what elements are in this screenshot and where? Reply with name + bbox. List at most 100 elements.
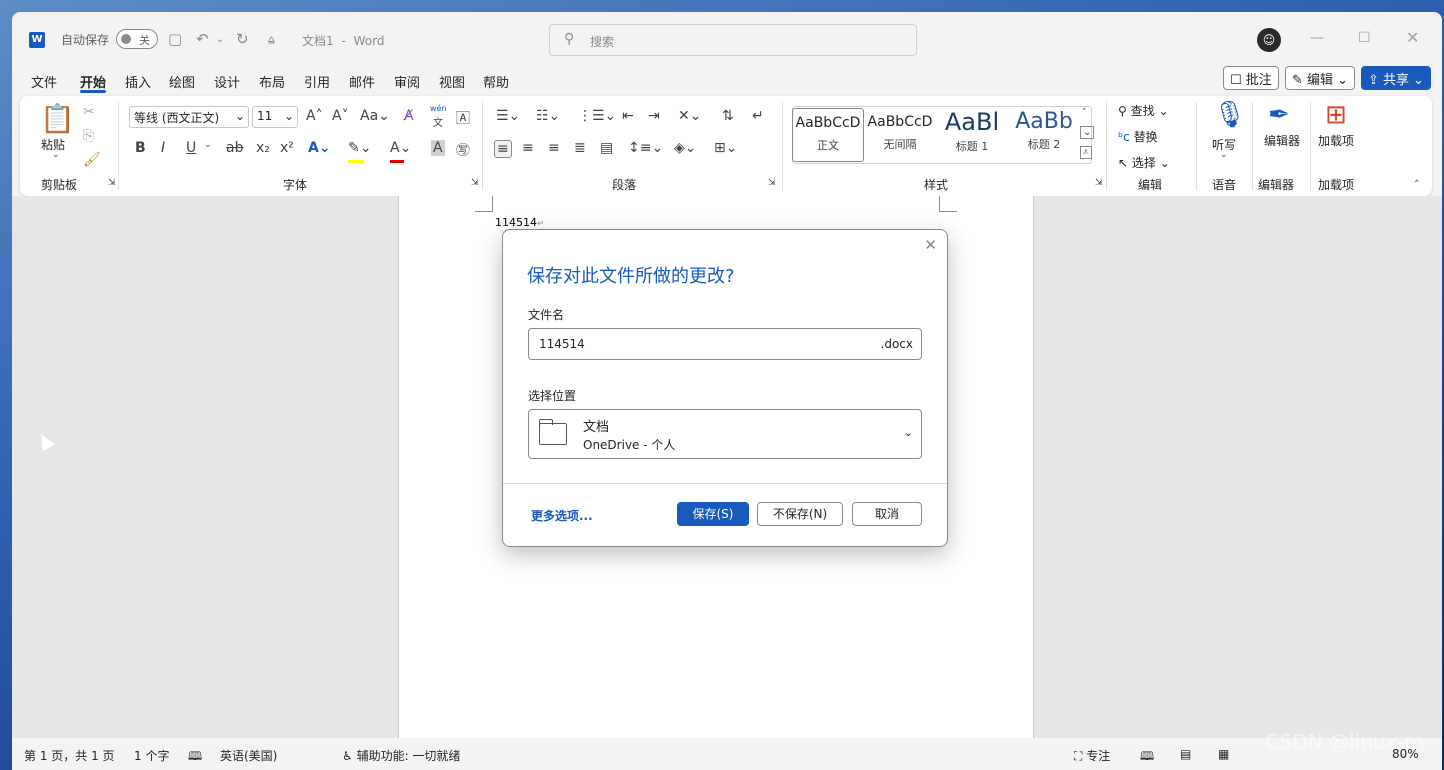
paste-dropdown-icon[interactable]: ⌄ [52,150,60,160]
align-left-icon[interactable]: ≡ [494,140,512,158]
paste-icon[interactable]: 📋 [40,102,75,135]
paragraph-launcher-icon[interactable]: ⇲ [768,178,776,188]
styles-more-icon[interactable]: ⩡ [1080,146,1092,159]
style-no-spacing[interactable]: AaBbCcD 无间隔 [864,108,936,162]
replace-button[interactable]: ᵇc 替换 [1118,128,1158,145]
microphone-icon[interactable]: 🎙 [1213,100,1246,130]
styles-launcher-icon[interactable]: ⇲ [1095,178,1103,188]
font-launcher-icon[interactable]: ⇲ [471,178,479,188]
redo-icon[interactable]: ↻ [236,30,249,48]
tab-design[interactable]: 设计 [214,72,240,91]
close-icon[interactable]: ✕ [1406,28,1419,47]
copy-icon[interactable]: ⎘ [83,128,94,144]
avatar[interactable]: ☺ [1257,28,1281,52]
superscript-icon[interactable]: x² [280,140,294,156]
character-border-icon[interactable]: 🄰 [456,108,470,128]
accessibility-status[interactable]: ♿ 辅助功能: 一切就绪 [342,747,460,764]
dictate-dropdown-icon[interactable]: ⌄ [1220,150,1228,160]
comments-button[interactable]: ☐ 批注 [1223,66,1279,90]
customize-qat-icon[interactable]: ⩠ [268,33,275,47]
style-heading-2[interactable]: AaBb 标题 2 [1008,108,1080,162]
multilevel-list-icon[interactable]: ⋮☰⌄ [578,108,616,124]
sort-icon[interactable]: ⇅ [722,108,734,124]
read-mode-icon[interactable]: 🕮 [1140,747,1154,768]
page-count[interactable]: 第 1 页，共 1 页 [24,747,115,764]
chinese-layout-icon[interactable]: ✕⌄ [678,108,701,124]
tab-view[interactable]: 视图 [439,72,465,91]
underline-dropdown-icon[interactable]: ⌄ [204,140,212,150]
tab-references[interactable]: 引用 [304,72,330,91]
bold-icon[interactable]: B [135,140,146,156]
autosave-toggle[interactable]: 关 [116,29,158,49]
strikethrough-icon[interactable]: ab [226,140,243,156]
save-button[interactable]: 保存(S) [677,502,749,526]
tab-file[interactable]: 文件 [31,72,57,91]
search-input[interactable]: ⚲ 搜索 [549,24,917,56]
italic-icon[interactable]: I [161,140,165,156]
addins-button-label[interactable]: 加载项 [1318,134,1354,148]
tab-mailings[interactable]: 邮件 [349,72,375,91]
tab-layout[interactable]: 布局 [259,72,285,91]
editor-icon[interactable]: ✒ [1268,100,1290,130]
shading-icon[interactable]: ◈⌄ [674,140,697,156]
subscript-icon[interactable]: x₂ [256,140,270,156]
save-icon[interactable]: ▢ [168,30,182,48]
select-button[interactable]: ↖ 选择 ⌄ [1118,154,1170,171]
tab-home[interactable]: 开始 [80,72,106,91]
styles-scroll-up-icon[interactable]: ˄ [1082,108,1087,118]
filename-field[interactable]: 114514 .docx [528,328,922,360]
show-marks-icon[interactable]: ↵ [752,108,764,124]
web-layout-icon[interactable]: ▦ [1218,747,1229,761]
maximize-icon[interactable]: ☐ [1358,30,1371,46]
format-painter-icon[interactable]: 🖌 [83,152,101,168]
style-normal[interactable]: AaBbCcD 正文 [792,108,864,162]
print-layout-icon[interactable]: ▤ [1180,747,1191,761]
shrink-font-icon[interactable]: A˅ [332,108,349,124]
numbering-icon[interactable]: ☷⌄ [536,108,560,124]
bullets-icon[interactable]: ☰⌄ [496,108,520,124]
collapse-ribbon-icon[interactable]: ˄ [1414,178,1420,191]
phonetic-guide-icon[interactable]: wén [430,104,447,113]
focus-mode-button[interactable]: ⛶ 专注 [1074,747,1110,764]
font-size-select[interactable]: 11 ⌄ [252,106,298,128]
editor-button-label[interactable]: 编辑器 [1258,134,1306,148]
language-indicator[interactable]: 英语(美国) [220,747,277,764]
editing-mode-button[interactable]: ✎ 编辑 ⌄ [1285,66,1356,90]
word-count[interactable]: 1 个字 [134,747,169,764]
share-button[interactable]: ⇪ 共享 ⌄ [1361,66,1432,90]
tab-insert[interactable]: 插入 [125,72,151,91]
distributed-icon[interactable]: ▤ [600,140,613,156]
proofing-icon[interactable]: 🕮 [188,747,202,768]
increase-indent-icon[interactable]: ⇥ [648,108,660,124]
font-color-icon[interactable]: A⌄ [390,140,411,156]
align-center-icon[interactable]: ≡ [522,140,534,156]
clear-formatting-icon[interactable]: A̸ [404,108,414,124]
justify-icon[interactable]: ≣ [574,140,586,156]
highlight-icon[interactable]: ✎⌄ [348,140,371,156]
enclose-characters-icon[interactable]: ㊢ [456,140,470,160]
find-button[interactable]: ⚲ 查找 ⌄ [1118,102,1169,119]
tab-help[interactable]: 帮助 [483,72,509,91]
location-select[interactable]: 文档 OneDrive - 个人 ⌄ [528,409,922,459]
clipboard-launcher-icon[interactable]: ⇲ [108,178,116,188]
grow-font-icon[interactable]: A˄ [306,108,323,124]
line-spacing-icon[interactable]: ↕≡⌄ [628,140,663,156]
borders-icon[interactable]: ⊞⌄ [714,140,737,156]
more-options-link[interactable]: 更多选项... [531,507,593,524]
undo-icon[interactable]: ↶ [196,30,209,48]
align-right-icon[interactable]: ≡ [548,140,560,156]
styles-scroll-down-icon[interactable]: ⌄ [1080,126,1095,139]
dialog-close-icon[interactable]: ✕ [924,236,937,254]
font-name-select[interactable]: 等线 (西文正文) ⌄ [129,106,249,128]
character-shading-icon[interactable]: A [431,140,445,156]
minimize-icon[interactable]: — [1310,30,1324,46]
dont-save-button[interactable]: 不保存(N) [757,502,843,526]
text-effects-icon[interactable]: A⌄ [308,140,331,156]
underline-icon[interactable]: U [186,140,196,156]
addins-icon[interactable]: ⊞ [1325,100,1347,130]
style-heading-1[interactable]: AaBl 标题 1 [936,108,1008,162]
undo-dropdown-icon[interactable]: ⌄ [216,34,224,45]
tab-draw[interactable]: 绘图 [169,72,195,91]
cancel-button[interactable]: 取消 [852,502,922,526]
tab-review[interactable]: 审阅 [394,72,420,91]
